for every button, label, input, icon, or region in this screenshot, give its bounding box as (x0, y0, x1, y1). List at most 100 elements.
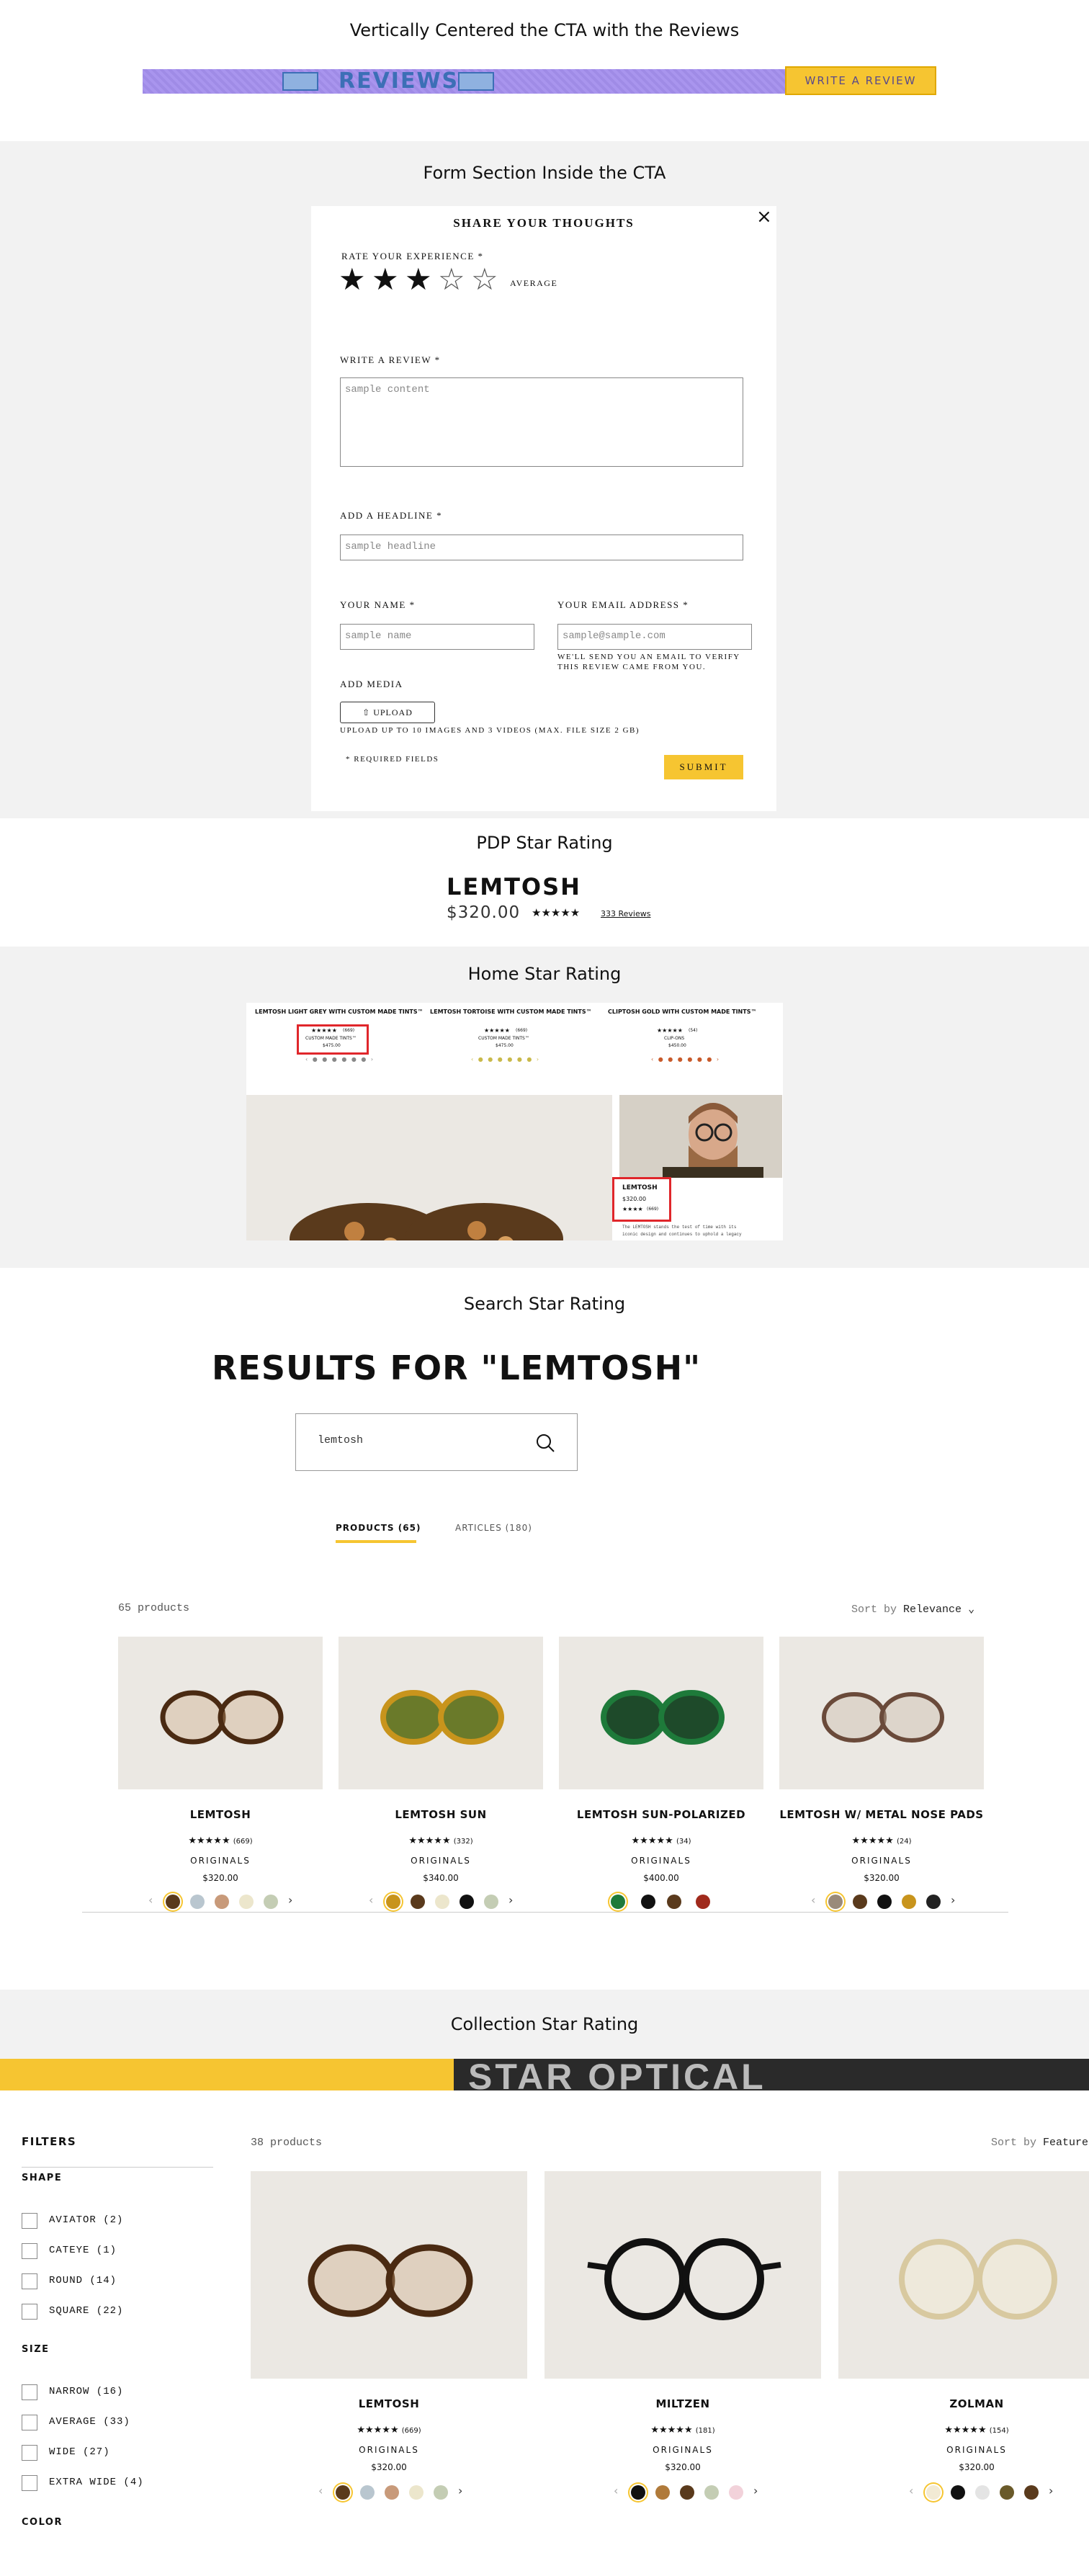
filter-option[interactable]: EXTRA WIDE (4) (49, 2477, 144, 2488)
filter-option[interactable]: NARROW (16) (49, 2386, 123, 2397)
color-swatch[interactable] (215, 1895, 229, 1909)
star-5[interactable]: ☆ (471, 265, 498, 295)
color-swatch[interactable] (704, 2485, 719, 2500)
product-image[interactable] (118, 1637, 323, 1789)
color-swatch[interactable] (385, 2485, 399, 2500)
color-swatch[interactable] (641, 1895, 655, 1909)
chevron-left-icon[interactable]: ‹ (318, 2484, 323, 2497)
tab-articles[interactable]: ARTICLES (180) (455, 1523, 532, 1533)
color-swatch[interactable] (1024, 2485, 1039, 2500)
tab-products[interactable]: PRODUCTS (65) (336, 1523, 421, 1533)
search-sort[interactable]: Sort by Relevance ⌄ (851, 1602, 974, 1616)
color-swatch[interactable] (926, 1895, 941, 1909)
product-name[interactable]: MILTZEN (544, 2397, 821, 2410)
color-swatch[interactable] (902, 1895, 916, 1909)
product-image[interactable] (779, 1637, 984, 1789)
filter-option[interactable]: AVIATOR (2) (49, 2214, 123, 2226)
product-name[interactable]: ZOLMAN (838, 2397, 1089, 2410)
home-card-title[interactable]: LEMTOSH LIGHT GREY WITH CUSTOM MADE TINT… (255, 1009, 424, 1015)
filter-checkbox[interactable] (22, 2243, 37, 2259)
color-swatch[interactable] (409, 2485, 424, 2500)
upload-button[interactable]: ⇧ UPLOAD (340, 702, 435, 723)
home-card-swatches[interactable]: ‹ ● ● ● ● ● ● › (651, 1056, 720, 1063)
pdp-reviews-link[interactable]: 333 Reviews (601, 909, 650, 918)
filter-checkbox[interactable] (22, 2273, 37, 2289)
chevron-right-icon[interactable]: › (753, 2484, 758, 2497)
color-swatch[interactable] (877, 1895, 892, 1909)
color-swatch[interactable] (336, 2485, 350, 2500)
filter-size-title[interactable]: SIZE (22, 2344, 50, 2355)
home-hero-image[interactable] (246, 1095, 612, 1240)
color-swatch[interactable] (696, 1895, 710, 1909)
model-image[interactable] (619, 1095, 782, 1178)
star-2[interactable]: ★ (372, 265, 399, 295)
color-swatch[interactable] (360, 2485, 375, 2500)
color-swatch[interactable] (611, 1895, 625, 1909)
filter-option[interactable]: SQUARE (22) (49, 2305, 123, 2317)
color-swatch[interactable] (386, 1895, 400, 1909)
search-input[interactable]: lemtosh (295, 1413, 578, 1471)
search-icon[interactable] (535, 1433, 555, 1453)
color-swatch[interactable] (239, 1895, 254, 1909)
product-image[interactable] (339, 1637, 543, 1789)
product-name[interactable]: LEMTOSH (251, 2397, 527, 2410)
filter-checkbox[interactable] (22, 2384, 37, 2400)
star-3[interactable]: ★ (405, 265, 432, 295)
filter-checkbox[interactable] (22, 2475, 37, 2491)
product-image[interactable] (544, 2171, 821, 2379)
product-name[interactable]: LEMTOSH W/ METAL NOSE PADS (779, 1808, 984, 1821)
color-swatch[interactable] (435, 1895, 449, 1909)
submit-button[interactable]: SUBMIT (664, 755, 743, 779)
product-name[interactable]: LEMTOSH (118, 1808, 323, 1821)
star-4[interactable]: ☆ (438, 265, 465, 295)
chevron-right-icon[interactable]: › (288, 1893, 292, 1907)
product-name[interactable]: LEMTOSH SUN (339, 1808, 543, 1821)
color-swatch[interactable] (434, 2485, 448, 2500)
chevron-right-icon[interactable]: › (1049, 2484, 1053, 2497)
filter-option[interactable]: WIDE (27) (49, 2446, 110, 2458)
filter-checkbox[interactable] (22, 2304, 37, 2320)
color-swatch[interactable] (631, 2485, 645, 2500)
color-swatch[interactable] (460, 1895, 474, 1909)
headline-input[interactable]: sample headline (340, 535, 743, 560)
filter-shape-title[interactable]: SHAPE (22, 2173, 62, 2183)
filter-color-title[interactable]: COLOR (22, 2517, 63, 2528)
star-1[interactable]: ★ (339, 265, 366, 295)
close-icon[interactable]: × (756, 206, 772, 228)
color-swatch[interactable] (729, 2485, 743, 2500)
chevron-right-icon[interactable]: › (458, 2484, 462, 2497)
collection-sort[interactable]: Sort by Featured (991, 2137, 1089, 2149)
chevron-left-icon[interactable]: ‹ (614, 2484, 618, 2497)
home-card-swatches[interactable]: ‹ ● ● ● ● ● ● › (305, 1056, 375, 1063)
home-card-swatches[interactable]: ‹ ● ● ● ● ● ● › (471, 1056, 540, 1063)
filter-option[interactable]: AVERAGE (33) (49, 2416, 130, 2428)
color-swatch[interactable] (484, 1895, 498, 1909)
review-textarea[interactable]: sample content (340, 377, 743, 467)
color-swatch[interactable] (655, 2485, 670, 2500)
filter-option[interactable]: ROUND (14) (49, 2275, 117, 2286)
filter-checkbox[interactable] (22, 2445, 37, 2461)
email-input[interactable]: sample@sample.com (557, 624, 752, 650)
chevron-right-icon[interactable]: › (951, 1893, 955, 1907)
chevron-right-icon[interactable]: › (508, 1893, 513, 1907)
filter-checkbox[interactable] (22, 2213, 37, 2229)
chevron-left-icon[interactable]: ‹ (369, 1893, 373, 1907)
filter-option[interactable]: CATEYE (1) (49, 2245, 117, 2256)
color-swatch[interactable] (828, 1895, 843, 1909)
chevron-left-icon[interactable]: ‹ (811, 1893, 815, 1907)
product-image[interactable] (559, 1637, 763, 1789)
home-card-title[interactable]: CLIPTOSH GOLD WITH CUSTOM MADE TINTS™ (608, 1009, 756, 1015)
color-swatch[interactable] (680, 2485, 694, 2500)
home-card-title[interactable]: LEMTOSH TORTOISE WITH CUSTOM MADE TINTS™ (430, 1009, 592, 1015)
color-swatch[interactable] (667, 1895, 681, 1909)
color-swatch[interactable] (166, 1895, 180, 1909)
product-name[interactable]: LEMTOSH SUN-POLARIZED (559, 1808, 763, 1821)
product-image[interactable] (838, 2171, 1089, 2379)
write-review-button[interactable]: WRITE A REVIEW (785, 66, 936, 95)
chevron-left-icon[interactable]: ‹ (148, 1893, 153, 1907)
color-swatch[interactable] (853, 1895, 867, 1909)
color-swatch[interactable] (975, 2485, 990, 2500)
name-input[interactable]: sample name (340, 624, 534, 650)
color-swatch[interactable] (1000, 2485, 1014, 2500)
product-image[interactable] (251, 2171, 527, 2379)
